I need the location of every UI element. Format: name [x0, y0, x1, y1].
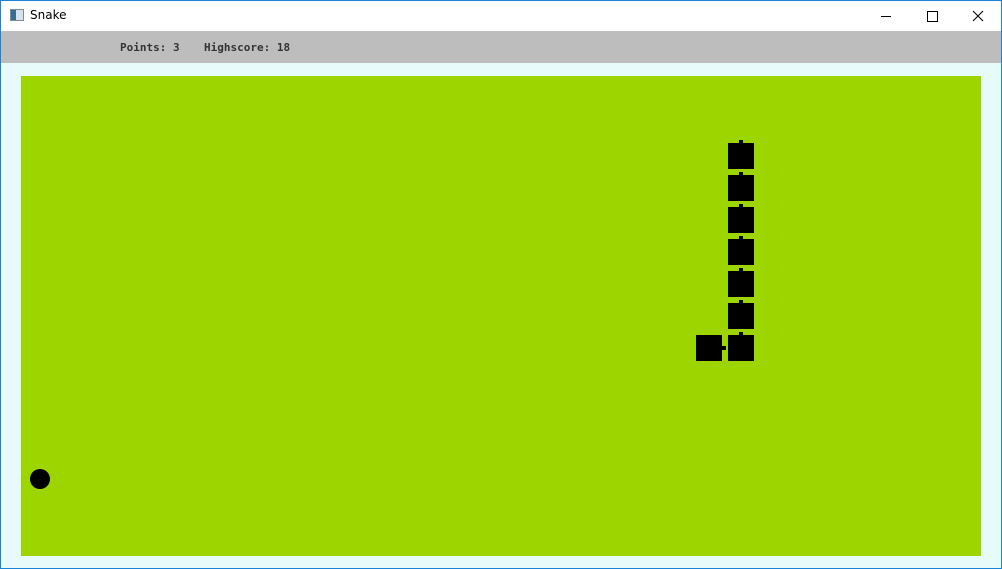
- app-window-icon: [10, 9, 24, 21]
- snake-segment: [728, 268, 754, 297]
- snake-segment: [728, 204, 754, 233]
- game-window: Snake Points: 3 Highscore: 18: [0, 0, 1002, 569]
- snake-segment: [728, 236, 754, 265]
- close-icon: [972, 10, 984, 22]
- snake-tail: [696, 335, 726, 361]
- food-pellet: [30, 469, 50, 489]
- maximize-button[interactable]: [909, 1, 955, 31]
- highscore-counter: Highscore: 18: [204, 41, 291, 54]
- window-title: Snake: [30, 8, 67, 22]
- points-counter: Points: 3: [120, 41, 180, 54]
- close-button[interactable]: [955, 1, 1001, 31]
- snake-head: [728, 140, 754, 169]
- title-bar[interactable]: Snake: [1, 1, 1001, 31]
- minimize-icon: [881, 15, 891, 17]
- maximize-icon: [926, 10, 938, 22]
- score-bar: Points: 3 Highscore: 18: [1, 31, 1001, 63]
- minimize-button[interactable]: [863, 1, 909, 31]
- game-board[interactable]: [21, 76, 981, 556]
- snake-segment: [728, 172, 754, 201]
- snake-segment: [728, 300, 754, 329]
- snake-segment: [728, 332, 754, 361]
